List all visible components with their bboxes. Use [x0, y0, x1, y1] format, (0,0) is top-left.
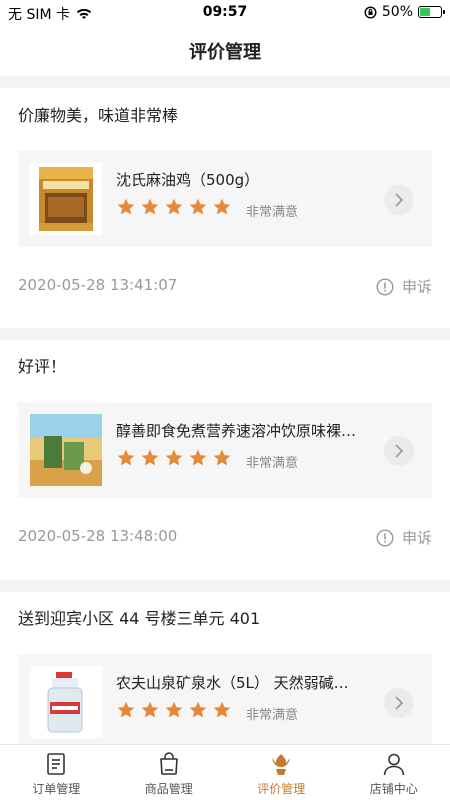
product-box[interactable]: 农夫山泉矿泉水（5L） 天然弱碱… 非常满意: [18, 654, 432, 744]
star-icon: [141, 198, 159, 215]
tab-label: 店铺中心: [369, 782, 418, 796]
star-icon: [141, 701, 159, 718]
star-icon: [117, 449, 135, 466]
product-name: 沈氏麻油鸡（500g）: [116, 171, 260, 189]
complain-label: 申诉: [401, 278, 432, 296]
star-rating: [116, 448, 232, 468]
rating-text: 非常满意: [246, 708, 299, 723]
review-list[interactable]: 价廉物美，味道非常棒 沈氏麻油鸡（500g） 非常满意 2020-05-28 1…: [0, 76, 450, 744]
person-icon: [383, 753, 405, 776]
complain-button[interactable]: 申诉: [376, 276, 432, 297]
product-image: [30, 414, 102, 486]
order-icon: [47, 753, 66, 775]
tab-label: 订单管理: [32, 782, 81, 796]
star-icon: [189, 198, 207, 215]
tab-label: 评价管理: [257, 782, 306, 796]
product-image: [30, 163, 102, 235]
review-datetime: 2020-05-28 13:48:00: [18, 527, 178, 545]
star-rating: [116, 700, 232, 720]
exclamation-circle-icon: [376, 528, 394, 547]
product-name: 醇善即食免煮营养速溶冲饮原味裸…: [116, 422, 357, 440]
status-bar: 无 SIM 卡 09:57 50%: [0, 0, 450, 26]
star-icon: [213, 198, 231, 215]
product-detail-button[interactable]: [384, 185, 414, 215]
battery-fill: [420, 8, 430, 16]
product-name: 农夫山泉矿泉水（5L） 天然弱碱…: [116, 674, 349, 692]
orientation-lock-icon: [364, 5, 377, 19]
product-detail-button[interactable]: [384, 436, 414, 466]
review-card: 好评！ 醇善即食免煮营养速溶冲饮原味裸… 非常满意 2020-05-28 13:…: [0, 340, 450, 580]
exclamation-circle-icon: [376, 277, 394, 296]
tab-order-management[interactable]: 订单管理: [0, 745, 113, 800]
star-icon: [213, 701, 231, 718]
star-icon: [117, 701, 135, 718]
product-thumbnail: [30, 163, 102, 235]
star-icon: [165, 449, 183, 466]
tab-bar: 订单管理 商品管理 评价管理 店铺中心: [0, 744, 450, 800]
star-icon: [213, 449, 231, 466]
tab-label: 商品管理: [144, 782, 193, 796]
chevron-right-icon: [395, 444, 404, 458]
review-comment: 价廉物美，味道非常棒: [18, 106, 179, 125]
star-icon: [165, 198, 183, 215]
complain-button[interactable]: 申诉: [376, 527, 432, 548]
star-icon: [141, 449, 159, 466]
review-card: 价廉物美，味道非常棒 沈氏麻油鸡（500g） 非常满意 2020-05-28 1…: [0, 88, 450, 328]
battery-icon: [418, 6, 445, 18]
status-right: 50%: [364, 4, 445, 20]
tab-store-center[interactable]: 店铺中心: [338, 745, 450, 800]
product-box[interactable]: 沈氏麻油鸡（500g） 非常满意: [18, 151, 432, 247]
flower-icon: [272, 754, 291, 775]
review-comment: 送到迎宾小区 44 号楼三单元 401: [18, 609, 261, 628]
review-datetime: 2020-05-28 13:41:07: [18, 276, 178, 294]
rating-text: 非常满意: [246, 205, 299, 220]
product-box[interactable]: 醇善即食免煮营养速溶冲饮原味裸… 非常满意: [18, 402, 432, 498]
review-comment: 好评！: [18, 357, 67, 376]
battery-percent: 50%: [381, 4, 413, 20]
product-detail-button[interactable]: [384, 688, 414, 718]
complain-label: 申诉: [401, 529, 432, 547]
product-image: [30, 666, 102, 738]
star-icon: [189, 701, 207, 718]
star-icon: [189, 449, 207, 466]
tab-review-management[interactable]: 评价管理: [225, 745, 338, 800]
product-thumbnail: [30, 414, 102, 486]
bag-icon: [159, 752, 178, 775]
review-card: 送到迎宾小区 44 号楼三单元 401 农夫山泉矿泉水（5L） 天然弱碱… 非常…: [0, 592, 450, 744]
rating-text: 非常满意: [246, 456, 299, 471]
page-title: 评价管理: [189, 42, 261, 63]
navbar: 评价管理: [0, 26, 450, 76]
tab-product-management[interactable]: 商品管理: [113, 745, 226, 800]
chevron-right-icon: [395, 696, 404, 710]
star-icon: [117, 198, 135, 215]
chevron-right-icon: [395, 193, 404, 207]
star-rating: [116, 197, 232, 217]
product-thumbnail: [30, 666, 102, 738]
star-icon: [165, 701, 183, 718]
